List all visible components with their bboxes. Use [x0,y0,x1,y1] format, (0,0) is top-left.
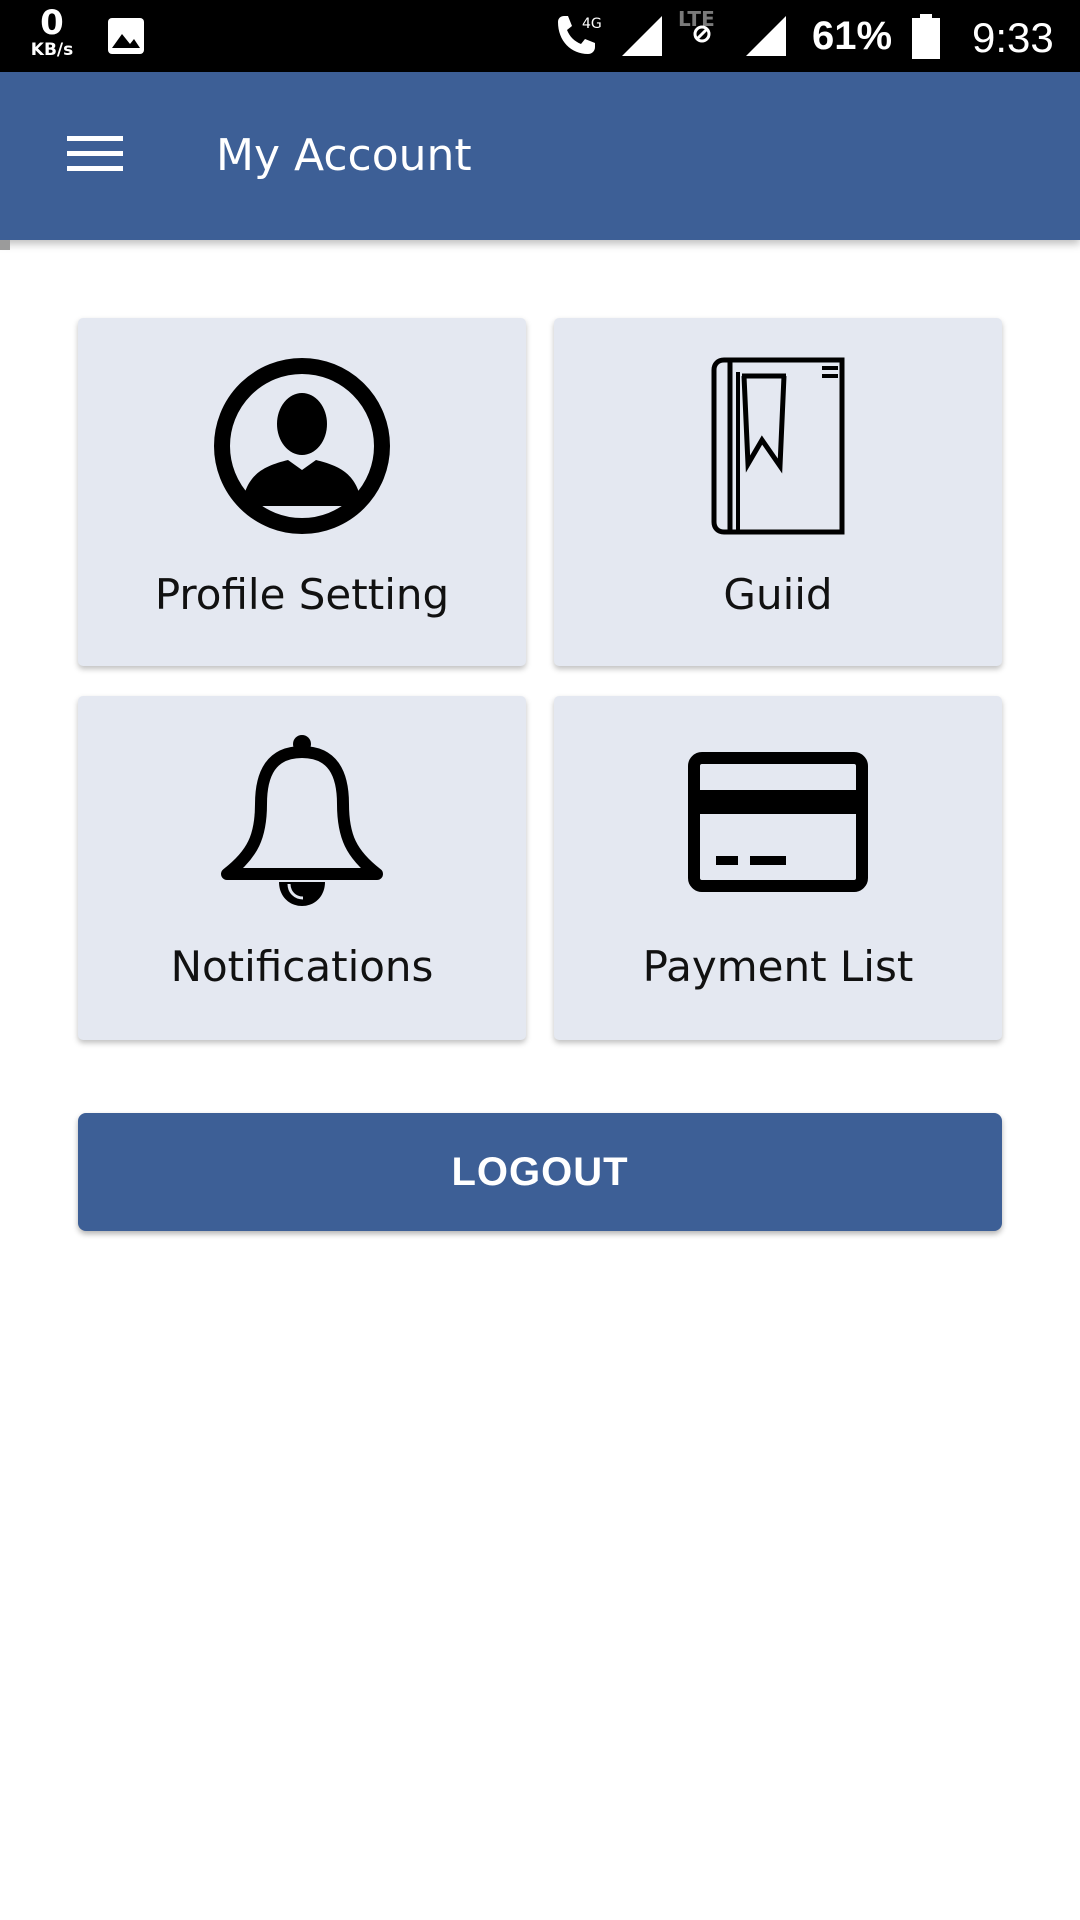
edge-mark [0,240,10,250]
menu-button[interactable] [58,128,132,184]
notifications-card[interactable]: Notifications [78,696,526,1040]
status-bar: 0 KB/s 4G LTE 61% 9:33 [0,0,1080,72]
network-speed-value: 0 [40,3,64,43]
book-icon [554,356,1002,536]
battery-icon [910,14,942,64]
guide-label: Guiid [723,570,833,619]
payment-list-label: Payment List [642,942,914,991]
signal-icon [620,14,664,62]
lte-icon: LTE [676,7,732,50]
gallery-icon [106,16,146,60]
credit-card-icon [554,752,1002,892]
network-speed-unit: KB/s [30,40,74,60]
wifi-calling-icon: 4G [552,14,602,62]
clock: 9:33 [972,14,1054,61]
battery-percent: 61% [812,14,893,58]
network-speed: 0 KB/s [22,6,82,59]
network-type-label: 4G [582,16,602,32]
profile-setting-label: Profile Setting [154,570,450,619]
payment-list-card[interactable]: Payment List [554,696,1002,1040]
notifications-label: Notifications [170,942,434,991]
profile-setting-card[interactable]: Profile Setting [78,318,526,666]
app-bar: My Account [0,72,1080,240]
hamburger-menu-icon [67,134,123,178]
logout-button[interactable]: LOGOUT [78,1113,1002,1231]
profile-icon [78,356,526,536]
guide-card[interactable]: Guiid [554,318,1002,666]
page-title: My Account [216,130,472,181]
bell-icon [78,732,526,912]
signal-icon [744,14,788,62]
